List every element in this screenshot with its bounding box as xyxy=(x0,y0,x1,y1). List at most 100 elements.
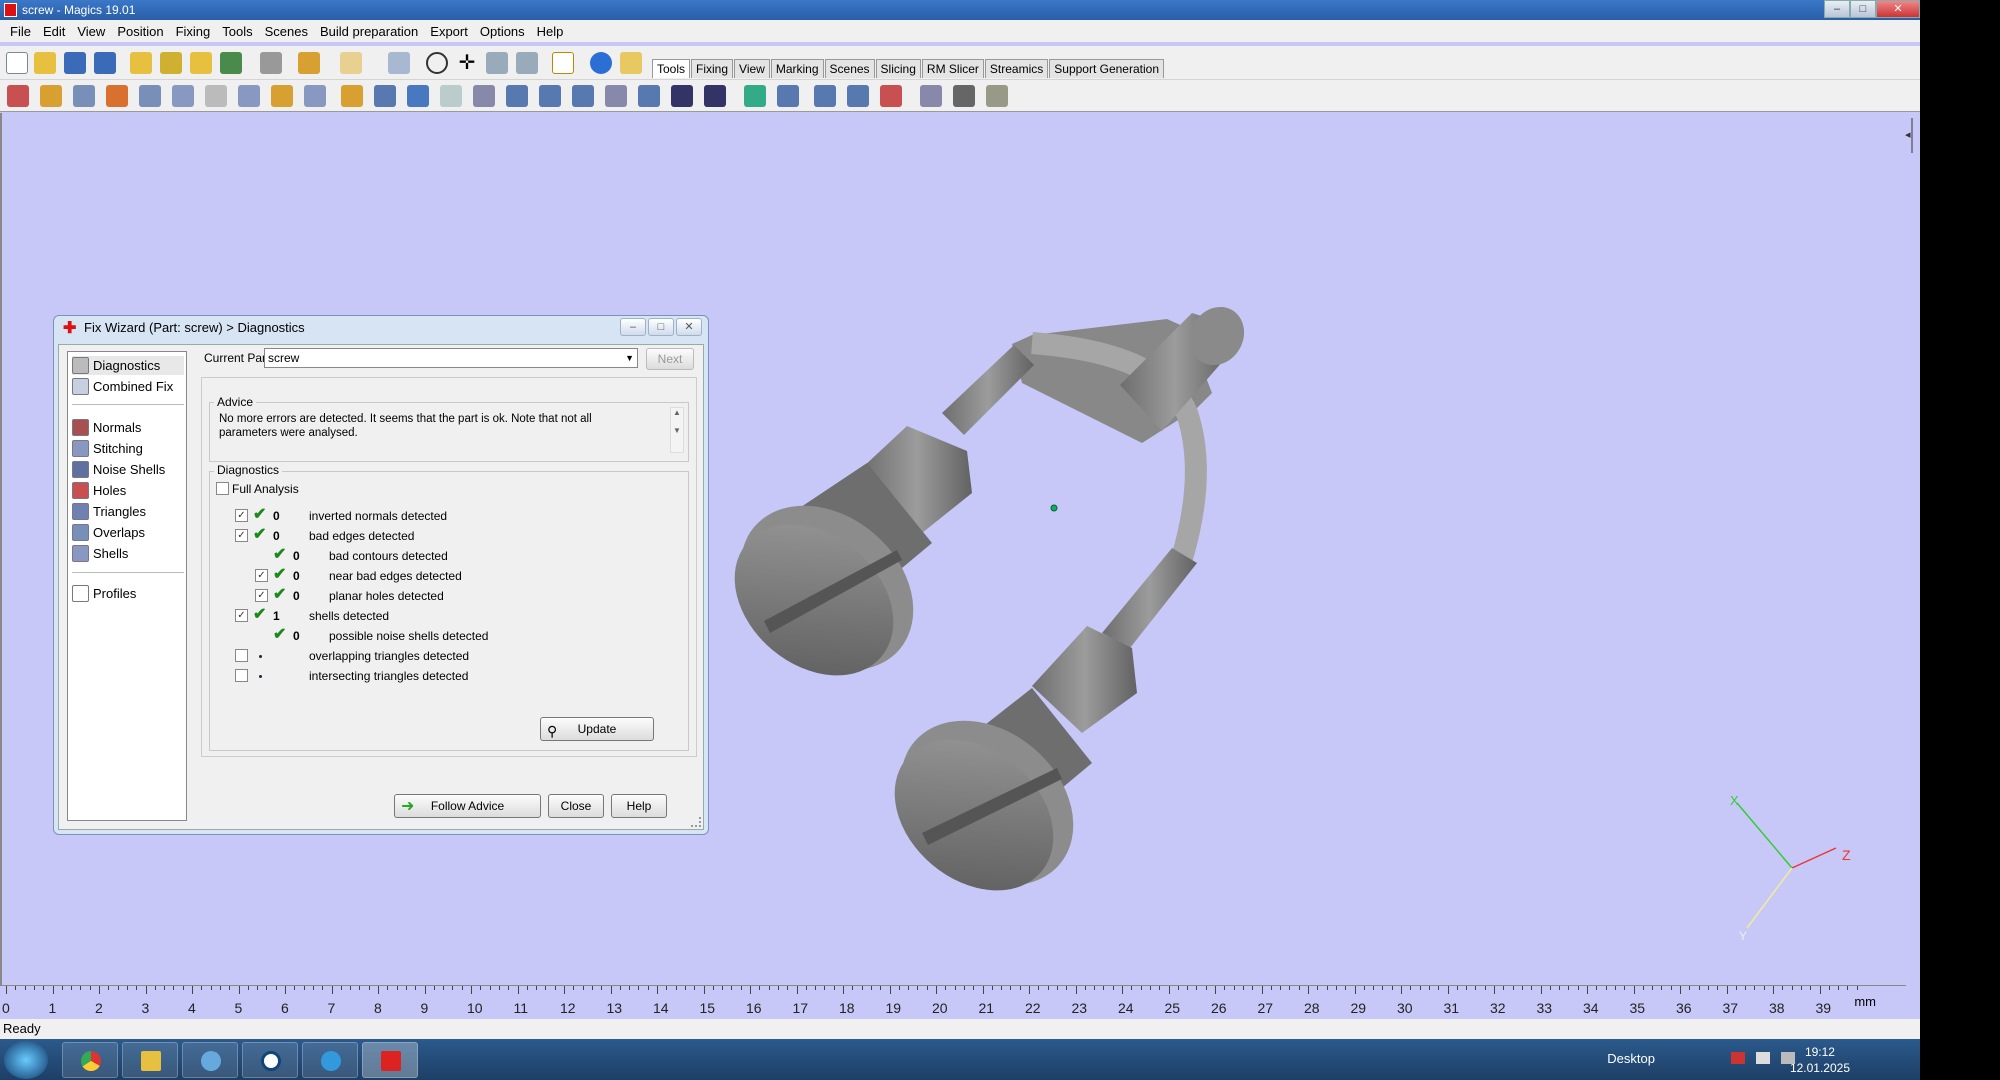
desktop-toolbar-label[interactable]: Desktop xyxy=(1607,1051,1655,1066)
load-icon[interactable] xyxy=(190,52,212,74)
menu-options[interactable]: Options xyxy=(474,24,531,39)
nav-item-noise-shells[interactable]: Noise Shells xyxy=(72,460,165,479)
tab-support-generation[interactable]: Support Generation xyxy=(1049,59,1165,78)
paint-task[interactable] xyxy=(182,1042,238,1078)
tool-icon-12[interactable] xyxy=(374,85,396,107)
clock[interactable]: 19:12 12.01.2025 xyxy=(1790,1044,1850,1076)
resize-grip[interactable] xyxy=(691,817,701,827)
tool-icon-18[interactable] xyxy=(572,85,594,107)
dialog-maximize-button[interactable]: □ xyxy=(648,318,674,336)
diagnostic-checkbox[interactable] xyxy=(235,649,248,662)
tool-icon-22[interactable] xyxy=(704,85,726,107)
tool-icon-26[interactable] xyxy=(847,85,869,107)
diagnostic-checkbox[interactable]: ✓ xyxy=(255,589,268,602)
tab-rm-slicer[interactable]: RM Slicer xyxy=(921,59,984,78)
tool-icon-27[interactable] xyxy=(880,85,902,107)
dialog-minimize-button[interactable]: – xyxy=(620,318,646,336)
menu-scenes[interactable]: Scenes xyxy=(259,24,314,39)
tool-icon-14[interactable] xyxy=(440,85,462,107)
menu-edit[interactable]: Edit xyxy=(37,24,71,39)
tool-icon-8[interactable] xyxy=(237,85,260,107)
diagnostic-checkbox[interactable]: ✓ xyxy=(235,509,248,522)
tool-icon-15[interactable] xyxy=(473,85,495,107)
menu-help[interactable]: Help xyxy=(531,24,570,39)
tool-icon-17[interactable] xyxy=(539,85,561,107)
tab-fixing[interactable]: Fixing xyxy=(691,59,734,78)
diagnostic-checkbox[interactable]: ✓ xyxy=(235,609,248,622)
tool-icon-28[interactable] xyxy=(919,85,942,107)
nav-item-holes[interactable]: Holes xyxy=(72,481,126,500)
zoom-icon[interactable] xyxy=(486,52,508,74)
unload-part-icon[interactable] xyxy=(220,52,242,74)
diagnostic-checkbox[interactable]: ✓ xyxy=(255,569,268,582)
tool-icon-16[interactable] xyxy=(506,85,528,107)
network-icon[interactable] xyxy=(1756,1052,1770,1064)
menu-fixing[interactable]: Fixing xyxy=(170,24,217,39)
menu-tools[interactable]: Tools xyxy=(216,24,258,39)
screw-model[interactable] xyxy=(705,297,1255,921)
tool-icon-1[interactable] xyxy=(6,85,29,107)
tab-streamics[interactable]: Streamics xyxy=(984,59,1049,78)
follow-advice-button[interactable]: ➜ Follow Advice xyxy=(394,794,541,818)
app-task[interactable] xyxy=(242,1042,298,1078)
tool-icon-24[interactable] xyxy=(776,85,799,107)
tool-icon-7[interactable] xyxy=(204,85,227,107)
tool-icon-11[interactable] xyxy=(341,85,363,107)
help-button[interactable]: Help xyxy=(611,794,667,818)
tool-icon-21[interactable] xyxy=(671,85,693,107)
tab-marking[interactable]: Marking xyxy=(770,59,824,78)
magics-task[interactable] xyxy=(362,1042,418,1078)
nav-item-profiles[interactable]: Profiles xyxy=(72,584,136,603)
menu-position[interactable]: Position xyxy=(111,24,169,39)
tool-icon-13[interactable] xyxy=(407,85,429,107)
nav-item-shells[interactable]: Shells xyxy=(72,544,128,563)
tool-icon-4[interactable] xyxy=(105,85,128,107)
tab-slicing[interactable]: Slicing xyxy=(875,59,921,78)
save-as-icon[interactable] xyxy=(94,52,116,74)
tool-icon-23[interactable] xyxy=(743,85,766,107)
new-file-icon[interactable] xyxy=(6,52,28,74)
rotate-view-icon[interactable] xyxy=(426,52,448,74)
context-help-icon[interactable] xyxy=(620,52,642,74)
menu-view[interactable]: View xyxy=(71,24,111,39)
tool-icon-20[interactable] xyxy=(638,85,660,107)
tool-icon-10[interactable] xyxy=(303,85,326,107)
minimize-button[interactable]: – xyxy=(1824,0,1850,18)
tool-icon-2[interactable] xyxy=(39,85,62,107)
save-part-icon[interactable] xyxy=(160,52,182,74)
menu-build-preparation[interactable]: Build preparation xyxy=(314,24,424,39)
diagnostic-checkbox[interactable]: ✓ xyxy=(235,529,248,542)
diagnostic-checkbox[interactable] xyxy=(235,669,248,682)
tool-icon-3[interactable] xyxy=(72,85,95,107)
select-icon[interactable] xyxy=(388,52,410,74)
nav-item-diagnostics[interactable]: Diagnostics xyxy=(72,356,184,375)
print-icon[interactable] xyxy=(260,52,282,74)
current-part-dropdown[interactable]: screw ▼ xyxy=(264,348,638,368)
close-button[interactable]: Close xyxy=(548,794,604,818)
nav-item-overlaps[interactable]: Overlaps xyxy=(72,523,145,542)
fix-wizard-icon[interactable] xyxy=(552,52,574,74)
undo-icon[interactable] xyxy=(298,52,320,74)
tool-icon-29[interactable] xyxy=(952,85,975,107)
dialog-close-icon[interactable]: ✕ xyxy=(676,318,702,336)
open-folder-icon[interactable] xyxy=(34,52,56,74)
tool-icon-5[interactable] xyxy=(138,85,161,107)
tool-icon-6[interactable] xyxy=(171,85,194,107)
tool-icon-30[interactable] xyxy=(985,85,1008,107)
volume-icon[interactable] xyxy=(1781,1052,1795,1064)
import-part-icon[interactable] xyxy=(130,52,152,74)
close-window-button[interactable]: ✕ xyxy=(1876,0,1920,18)
tab-tools[interactable]: Tools xyxy=(652,59,691,78)
menu-export[interactable]: Export xyxy=(424,24,474,39)
next-button[interactable]: Next xyxy=(646,348,694,370)
full-analysis-checkbox[interactable] xyxy=(216,482,229,495)
nav-item-stitching[interactable]: Stitching xyxy=(72,439,143,458)
update-button[interactable]: ⚲ Update xyxy=(540,717,654,741)
viewport-corner-control[interactable]: ◂ xyxy=(1905,118,1913,153)
tab-view[interactable]: View xyxy=(734,59,770,78)
explorer-task[interactable] xyxy=(122,1042,178,1078)
start-button[interactable] xyxy=(4,1041,48,1079)
chrome-task[interactable] xyxy=(62,1042,118,1078)
advice-scrollbar[interactable]: ▲ ▼ xyxy=(670,407,684,453)
flag-icon[interactable] xyxy=(1731,1052,1745,1064)
